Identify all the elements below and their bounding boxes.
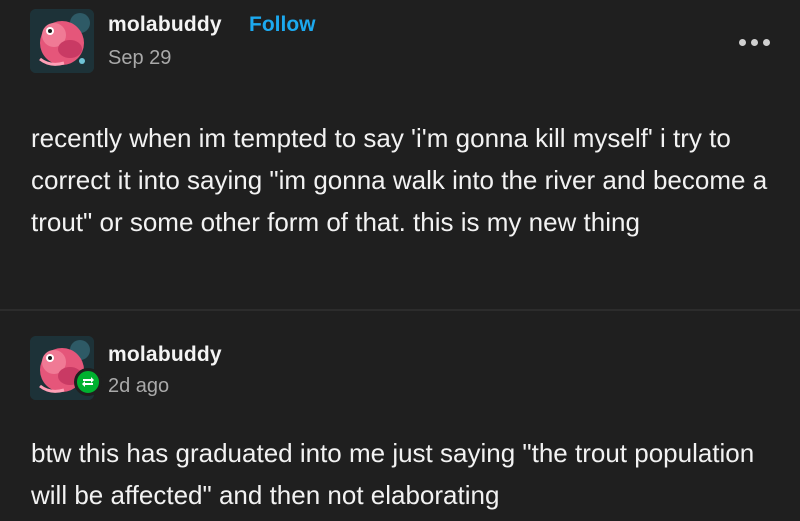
post-original: molabuddy Follow Sep 29 recently when im… [0, 0, 800, 309]
post-timestamp[interactable]: 2d ago [108, 375, 169, 398]
post-text: recently when im tempted to say 'i'm gon… [31, 123, 768, 237]
more-horizontal-icon [750, 38, 758, 46]
more-horizontal-icon [738, 38, 746, 46]
more-horizontal-icon [762, 38, 770, 46]
avatar[interactable] [30, 9, 94, 73]
username[interactable]: molabuddy [108, 343, 222, 367]
reblog-icon [82, 377, 94, 387]
post-text: btw this has graduated into me just sayi… [31, 438, 755, 510]
username[interactable]: molabuddy [108, 13, 222, 37]
post-reblog: molabuddy 2d ago btw this has graduated … [0, 311, 800, 521]
avatar-image [30, 9, 94, 73]
post-timestamp[interactable]: Sep 29 [108, 47, 171, 70]
more-options-button[interactable] [734, 28, 774, 56]
reblog-badge [74, 368, 102, 396]
follow-button[interactable]: Follow [249, 13, 316, 37]
